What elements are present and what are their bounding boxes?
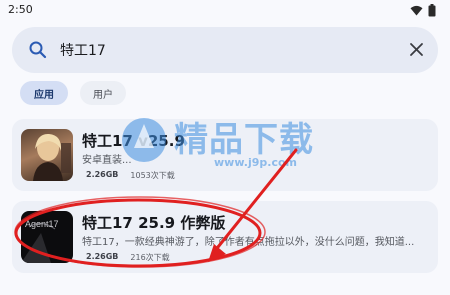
app-meta: 2.26GB 216次下载 — [86, 252, 170, 263]
search-bar — [12, 27, 438, 73]
app-description: 特工17，一款经典神游了，除了作者有点拖拉以外，没什么问题，我知道... — [82, 237, 415, 248]
download-count: 216次下载 — [130, 253, 170, 262]
search-input[interactable] — [60, 39, 360, 61]
battery-icon — [428, 4, 436, 17]
app-size: 2.26GB — [86, 170, 119, 179]
app-title: 特工17 v25.9 — [82, 132, 185, 150]
app-thumbnail: Agent17 — [21, 211, 73, 263]
app-meta: 2.26GB 1053次下载 — [86, 170, 175, 181]
filter-chip-users[interactable]: 用户 — [80, 81, 126, 105]
result-card[interactable]: Agent17 特工17 25.9 作弊版 特工17，一款经典神游了，除了作者有… — [12, 201, 438, 273]
app-description: 安卓直装... — [82, 155, 132, 166]
status-time: 2:50 — [8, 3, 33, 16]
search-icon[interactable] — [28, 40, 48, 60]
status-bar: 2:50 — [0, 0, 450, 22]
app-title: 特工17 25.9 作弊版 — [82, 214, 226, 232]
close-icon[interactable] — [409, 42, 424, 57]
download-count: 1053次下载 — [130, 171, 175, 180]
status-icons — [410, 4, 436, 17]
result-card[interactable]: 特工17 v25.9 安卓直装... 2.26GB 1053次下载 — [12, 119, 438, 191]
wifi-icon — [410, 5, 423, 16]
app-thumbnail — [21, 129, 73, 181]
app-size: 2.26GB — [86, 252, 119, 261]
filter-chip-apps[interactable]: 应用 — [20, 81, 68, 105]
thumbnail-label: Agent17 — [25, 219, 59, 229]
